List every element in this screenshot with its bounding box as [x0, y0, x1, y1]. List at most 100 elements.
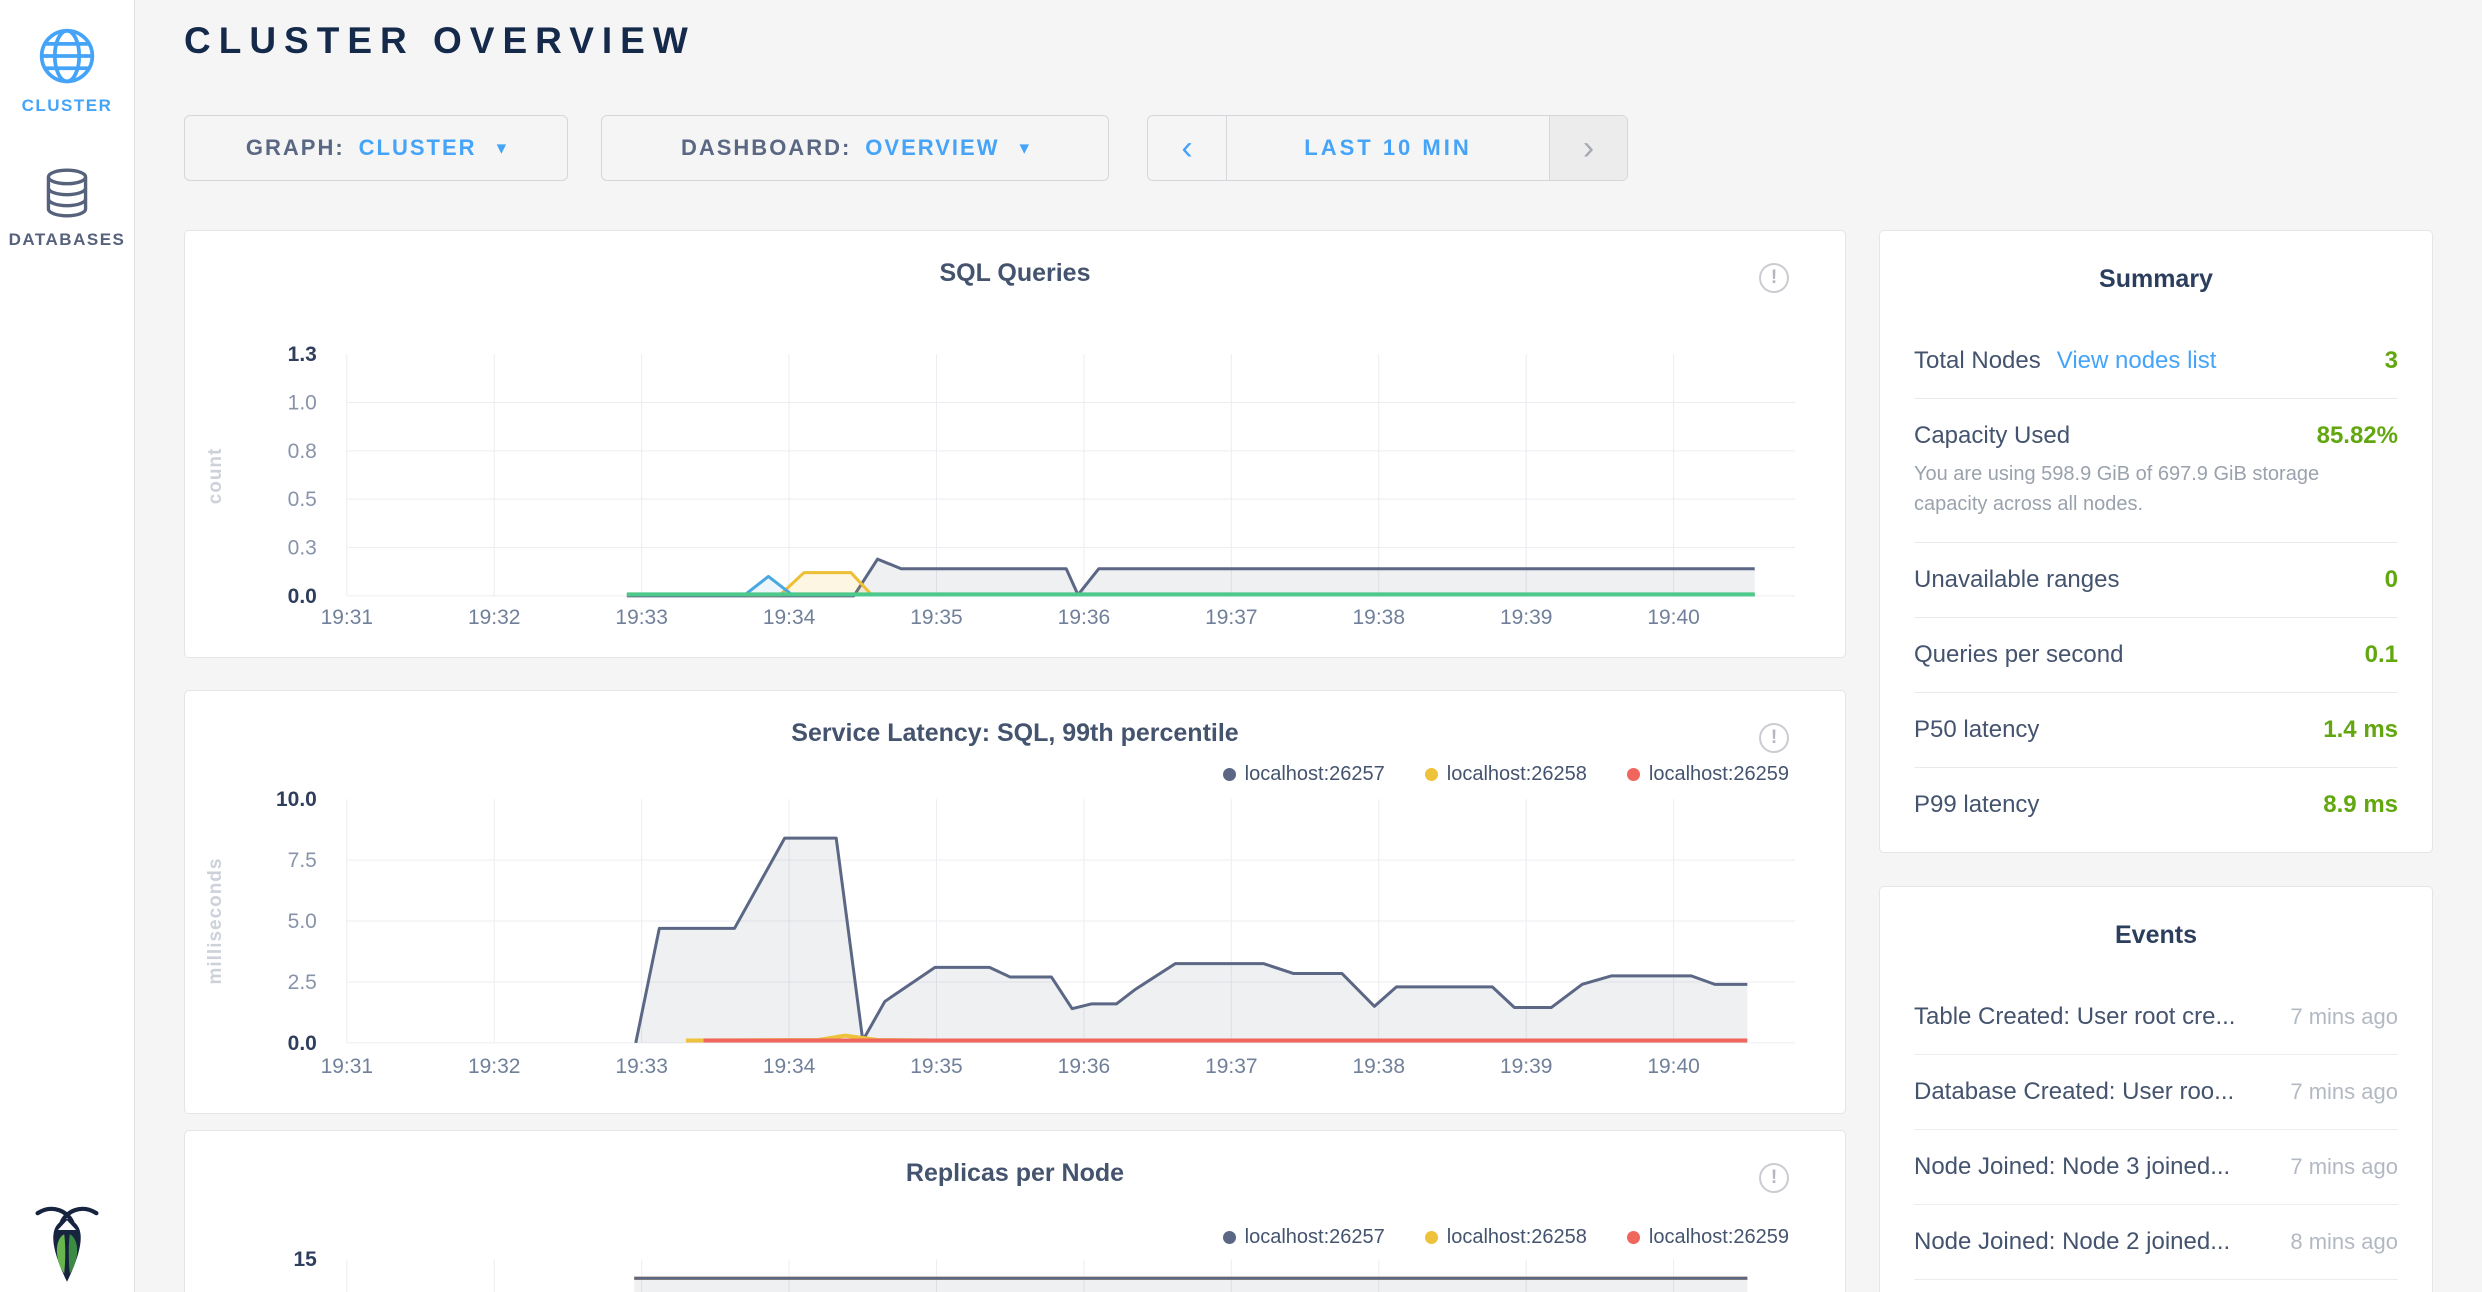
events-panel: Events Table Created: User root cre... 7 … [1879, 886, 2433, 1292]
y-tick-label: 10.0 [276, 788, 317, 811]
x-tick-label: 19:31 [321, 606, 373, 629]
x-tick-label: 19:33 [615, 606, 667, 629]
event-row[interactable]: Node Joined: Node 1 joined...8 mins ago [1914, 1280, 2398, 1292]
x-tick-label: 19:36 [1058, 1055, 1110, 1078]
sidebar-item-cluster[interactable]: CLUSTER [0, 0, 134, 116]
globe-icon [37, 26, 97, 86]
view-nodes-list-link[interactable]: View nodes list [2057, 347, 2217, 375]
service-latency-chart[interactable]: 19:31 19:32 19:33 19:34 19:35 19:36 19:37 19:38… [185, 776, 1845, 1111]
events-title: Events [1914, 887, 2398, 980]
dashboard-dropdown-label: DASHBOARD: [681, 135, 851, 161]
event-row[interactable]: Node Joined: Node 2 joined...8 mins ago [1914, 1205, 2398, 1280]
x-tick-label: 19:34 [763, 606, 816, 629]
x-tick-label: 19:32 [468, 606, 520, 629]
info-icon[interactable]: ! [1759, 1163, 1789, 1193]
y-tick-label: 0.8 [288, 440, 317, 463]
dashboard-dropdown[interactable]: DASHBOARD: OVERVIEW ▾ [601, 115, 1109, 181]
summary-title: Summary [1914, 231, 2398, 324]
x-tick-label: 19:36 [1058, 606, 1110, 629]
event-row[interactable]: Database Created: User roo... 7 mins ago [1914, 1055, 2398, 1130]
chart-card-replicas-per-node: Replicas per Node ! localhost:26257local… [184, 1130, 1846, 1292]
info-icon[interactable]: ! [1759, 723, 1789, 753]
event-text: Table Created: User root cre... [1914, 1003, 2235, 1031]
chart-title: Service Latency: SQL, 99th percentile [185, 691, 1845, 748]
event-time: 7 mins ago [2268, 1079, 2398, 1105]
x-tick-label: 19:40 [1647, 1055, 1699, 1078]
replicas-per-node-chart[interactable]: 19:3119:3219:3319:3419:3519:3619:3719:38… [185, 1241, 1845, 1292]
summary-value: 3 [2373, 347, 2398, 375]
chevron-down-icon: ▾ [497, 139, 507, 158]
summary-panel: Summary Total Nodes View nodes list 3 Capac… [1879, 230, 2433, 853]
x-tick-label: 19:38 [1353, 1055, 1405, 1078]
time-range-selector: ‹ LAST 10 MIN › [1147, 115, 1628, 181]
event-row[interactable]: Node Joined: Node 3 joined... 7 mins ago [1914, 1130, 2398, 1205]
main-content: CLUSTER OVERVIEW GRAPH: CLUSTER ▾ DASHBO… [136, 0, 2482, 1292]
chart-card-sql-queries: SQL Queries ! 19:3119:3219:3319:3419:351… [184, 230, 1846, 658]
sidebar-item-databases[interactable]: DATABASES [0, 116, 134, 250]
charts-column: SQL Queries ! 19:31 19:32 19:33 19:34 19:35 1… [184, 230, 1846, 1292]
graph-dropdown-label: GRAPH: [246, 135, 345, 161]
x-tick-label: 19:37 [1205, 606, 1257, 629]
y-tick-label: 0.3 [288, 536, 317, 559]
dashboard-dropdown-value: OVERVIEW [865, 135, 999, 161]
summary-label: Queries per second [1914, 641, 2123, 669]
y-axis-title: count [205, 448, 226, 505]
dashboard-controls: GRAPH: CLUSTER ▾ DASHBOARD: OVERVIEW ▾ ‹… [184, 115, 1628, 181]
y-tick-label: 0.5 [288, 488, 317, 511]
series-fill-localhost:26257 [634, 1278, 1747, 1292]
sidebar: CLUSTER DATABASES [0, 0, 135, 1292]
sql-queries-chart[interactable]: 19:31 19:32 19:33 19:34 19:35 19:36 19:37 19:38… [185, 286, 1845, 646]
x-tick-label: 19:38 [1353, 606, 1405, 629]
x-tick-label: 19:33 [615, 1055, 667, 1078]
time-range-label[interactable]: LAST 10 MIN [1226, 116, 1549, 180]
x-tick-label: 19:39 [1500, 606, 1552, 629]
x-tick-label: 19:39 [1500, 1055, 1552, 1078]
event-text: Database Created: User roo... [1914, 1078, 2234, 1106]
event-text: Node Joined: Node 2 joined... [1914, 1228, 2230, 1256]
y-tick-label: 0.0 [288, 1032, 317, 1055]
right-column: Summary Total Nodes View nodes list 3 Capac… [1879, 230, 2433, 1292]
summary-row: P99 latency 8.9 ms [1914, 767, 2398, 842]
y-tick-label: 5.0 [288, 910, 317, 933]
y-tick-label: 15 [294, 1248, 318, 1271]
summary-value: 1.4 ms [2311, 716, 2398, 744]
summary-value: 0.1 [2353, 641, 2398, 669]
page-title: CLUSTER OVERVIEW [184, 20, 696, 62]
graph-dropdown[interactable]: GRAPH: CLUSTER ▾ [184, 115, 568, 181]
graph-dropdown-value: CLUSTER [359, 135, 477, 161]
sidebar-item-label: CLUSTER [22, 96, 113, 116]
y-tick-label: 0.0 [288, 585, 317, 608]
cockroachdb-logo-icon [32, 1202, 102, 1286]
y-tick-label: 1.3 [288, 343, 317, 366]
x-tick-label: 19:34 [763, 1055, 816, 1078]
summary-value: 0 [2373, 566, 2398, 594]
series-fill-localhost:26257 [636, 838, 1748, 1043]
summary-row: Unavailable ranges 0 [1914, 542, 2398, 617]
time-prev-button[interactable]: ‹ [1148, 116, 1226, 180]
summary-label: P50 latency [1914, 716, 2039, 744]
chart-title: SQL Queries [185, 231, 1845, 288]
event-row[interactable]: Table Created: User root cre... 7 mins ag… [1914, 980, 2398, 1055]
y-axis-title: milliseconds [205, 858, 226, 985]
x-tick-label: 19:35 [910, 606, 962, 629]
chart-card-service-latency: Service Latency: SQL, 99th percentile ! … [184, 690, 1846, 1114]
x-tick-label: 19:40 [1647, 606, 1699, 629]
summary-label: Total Nodes [1914, 347, 2041, 375]
summary-description: You are using 598.9 GiB of 697.9 GiB sto… [1914, 459, 2398, 519]
event-time: 7 mins ago [2268, 1154, 2398, 1180]
sidebar-item-label: DATABASES [9, 230, 126, 250]
x-tick-label: 19:37 [1205, 1055, 1257, 1078]
x-tick-label: 19:32 [468, 1055, 520, 1078]
summary-label: Unavailable ranges [1914, 566, 2119, 594]
summary-value: 8.9 ms [2311, 791, 2398, 819]
y-tick-label: 7.5 [288, 849, 317, 872]
summary-label: P99 latency [1914, 791, 2039, 819]
x-tick-label: 19:31 [321, 1055, 373, 1078]
event-text: Node Joined: Node 3 joined... [1914, 1153, 2230, 1181]
x-tick-label: 19:35 [910, 1055, 962, 1078]
event-time: 7 mins ago [2268, 1004, 2398, 1030]
database-icon [40, 166, 94, 220]
y-tick-label: 1.0 [288, 391, 317, 414]
time-next-button[interactable]: › [1549, 116, 1627, 180]
summary-row: Capacity Used85.82%You are using 598.9 G… [1914, 398, 2398, 542]
